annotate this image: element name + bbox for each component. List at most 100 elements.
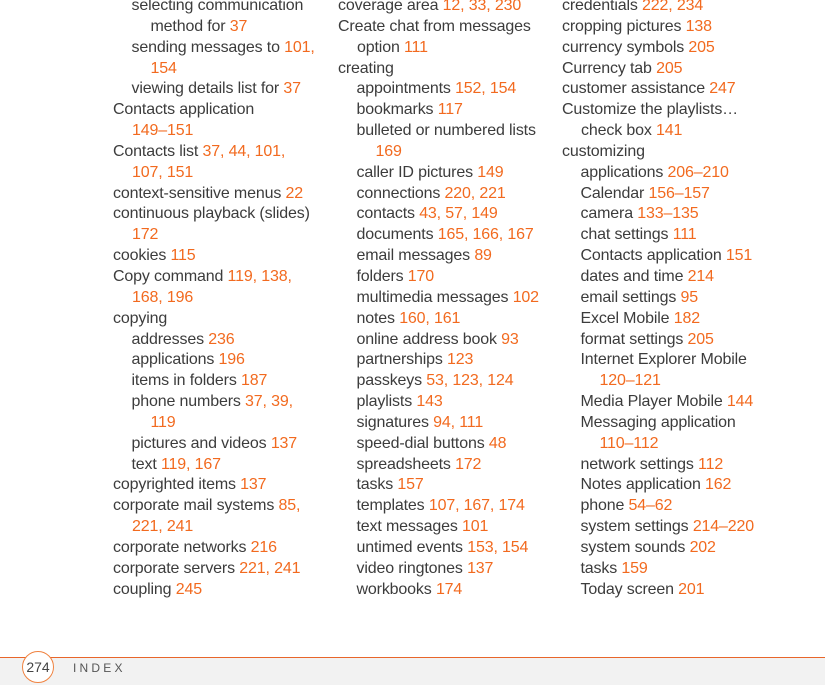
page-reference-link[interactable]: 120–121 bbox=[600, 372, 661, 389]
page-reference-link[interactable]: 206–210 bbox=[668, 164, 729, 181]
page-reference-link[interactable]: 137 bbox=[240, 476, 266, 493]
page-reference-link[interactable]: 159 bbox=[621, 560, 647, 577]
page-reference-link[interactable]: 101 bbox=[462, 518, 488, 535]
page-reference-link[interactable]: 141 bbox=[656, 122, 682, 139]
page-reference-link[interactable]: 201 bbox=[678, 581, 704, 598]
page-reference-link[interactable]: 172 bbox=[455, 456, 481, 473]
page-reference-link[interactable]: 111 bbox=[404, 39, 428, 56]
page-reference-link[interactable]: 165, 166, 167 bbox=[438, 226, 534, 243]
page-reference-link[interactable]: 111 bbox=[673, 226, 697, 243]
page-reference-link[interactable]: 214 bbox=[688, 268, 714, 285]
page-reference-link[interactable]: 170 bbox=[408, 268, 434, 285]
page-reference-link[interactable]: 168, 196 bbox=[132, 289, 193, 306]
index-entry: Copy command 119, 138, bbox=[113, 267, 315, 288]
page-reference-link[interactable]: 154 bbox=[151, 60, 177, 77]
page-reference-link[interactable]: 37 bbox=[230, 18, 248, 35]
page-reference-link[interactable]: 22 bbox=[285, 185, 303, 202]
page-reference-link[interactable]: 137 bbox=[467, 560, 493, 577]
page-reference-link[interactable]: 216 bbox=[251, 539, 277, 556]
entry-term: text bbox=[131, 455, 161, 473]
index-subentry: Media Player Mobile 144 bbox=[562, 392, 754, 413]
page-reference-link[interactable]: 53, 123, 124 bbox=[426, 372, 513, 389]
page-reference-link[interactable]: 205 bbox=[656, 60, 682, 77]
page-reference-link[interactable]: 85, bbox=[279, 497, 301, 514]
index-subentry: Contacts application 151 bbox=[562, 246, 754, 267]
index-entry-continuation: option 111 bbox=[338, 38, 539, 59]
page-reference-link[interactable]: 112 bbox=[698, 456, 723, 473]
page-reference-link[interactable]: 110–112 bbox=[600, 435, 659, 452]
entry-term: currency symbols bbox=[562, 38, 689, 56]
page-reference-link[interactable]: 157 bbox=[397, 476, 423, 493]
page-reference-link[interactable]: 221, 241 bbox=[239, 560, 300, 577]
page-reference-link[interactable]: 94, 111 bbox=[433, 414, 483, 431]
page-reference-link[interactable]: 222, 234 bbox=[642, 0, 703, 14]
page-reference-link[interactable]: 37, 44, 101, bbox=[203, 143, 286, 160]
entry-term: applications bbox=[131, 351, 219, 369]
index-subentry: viewing details list for 37 bbox=[113, 79, 315, 100]
index-subentry: spreadsheets 172 bbox=[338, 455, 539, 476]
page-reference-link[interactable]: 182 bbox=[674, 310, 700, 327]
page-reference-link[interactable]: 107, 151 bbox=[132, 164, 193, 181]
page-reference-link[interactable]: 137 bbox=[271, 435, 297, 452]
page-reference-link[interactable]: 151 bbox=[726, 247, 752, 264]
page-reference-link[interactable]: 221, 241 bbox=[132, 518, 193, 535]
index-entry: corporate mail systems 85, bbox=[113, 496, 315, 517]
page-reference-link[interactable]: 196 bbox=[219, 351, 245, 368]
page-reference-link[interactable]: 133–135 bbox=[637, 205, 698, 222]
index-entry: copying bbox=[113, 309, 315, 330]
page-reference-link[interactable]: 162 bbox=[705, 476, 731, 493]
index-subentry: system settings 214–220 bbox=[562, 517, 755, 538]
page-reference-link[interactable]: 54–62 bbox=[629, 497, 673, 514]
page-reference-link[interactable]: 172 bbox=[132, 226, 158, 243]
page-reference-link[interactable]: 12, 33, 230 bbox=[443, 0, 522, 14]
page-reference-link[interactable]: 119, 167 bbox=[161, 456, 221, 473]
page-reference-link[interactable]: 214–220 bbox=[693, 518, 754, 535]
index-subentry: Today screen 201 bbox=[562, 580, 754, 601]
entry-term: chat settings bbox=[580, 226, 673, 244]
page-reference-link[interactable]: 143 bbox=[416, 393, 442, 410]
page-reference-link[interactable]: 245 bbox=[176, 581, 202, 598]
page-reference-link[interactable]: 144 bbox=[727, 393, 753, 410]
page-reference-link[interactable]: 236 bbox=[208, 331, 234, 348]
page-reference-link[interactable]: 37, 39, bbox=[245, 393, 293, 410]
index-entry: Customize the playlists… bbox=[562, 100, 754, 121]
page-reference-link[interactable]: 95 bbox=[681, 289, 699, 306]
page-reference-link[interactable]: 101, bbox=[284, 39, 315, 56]
page-reference-link[interactable]: 202 bbox=[690, 539, 716, 556]
page-reference-link[interactable]: 48 bbox=[489, 435, 507, 452]
entry-term: Excel Mobile bbox=[580, 309, 674, 327]
page-reference-link[interactable]: 169 bbox=[376, 143, 402, 160]
index-subentry: appointments 152, 154 bbox=[338, 79, 539, 100]
index-entry: Contacts list 37, 44, 101, bbox=[113, 142, 315, 163]
page-reference-link[interactable]: 89 bbox=[474, 247, 492, 264]
page-reference-link[interactable]: 123 bbox=[447, 351, 473, 368]
index-subentry: documents 165, 166, 167 bbox=[338, 225, 539, 246]
page-reference-link[interactable]: 37 bbox=[283, 80, 301, 97]
page-reference-link[interactable]: 152, 154 bbox=[455, 80, 516, 97]
index-subentry: connections 220, 221 bbox=[338, 184, 539, 205]
page-reference-link[interactable]: 149–151 bbox=[132, 122, 193, 139]
page-reference-link[interactable]: 119, 138, bbox=[228, 268, 292, 285]
entry-term: Messaging application bbox=[580, 413, 736, 431]
page-reference-link[interactable]: 43, 57, 149 bbox=[419, 205, 498, 222]
page-reference-link[interactable]: 247 bbox=[709, 80, 735, 97]
page-reference-link[interactable]: 156–157 bbox=[649, 185, 710, 202]
page-reference-link[interactable]: 205 bbox=[687, 331, 713, 348]
page-reference-link[interactable]: 107, 167, 174 bbox=[429, 497, 525, 514]
page-reference-link[interactable]: 160, 161 bbox=[399, 310, 460, 327]
page-reference-link[interactable]: 117 bbox=[438, 101, 463, 118]
page-reference-link[interactable]: 220, 221 bbox=[445, 185, 506, 202]
page-reference-link[interactable]: 102 bbox=[513, 289, 539, 306]
page-reference-link[interactable]: 174 bbox=[436, 581, 462, 598]
page-reference-link[interactable]: 115 bbox=[171, 247, 196, 264]
page-reference-link[interactable]: 205 bbox=[688, 39, 714, 56]
page-reference-link[interactable]: 93 bbox=[501, 331, 519, 348]
index-subentry: contacts 43, 57, 149 bbox=[338, 204, 539, 225]
page-reference-link[interactable]: 153, 154 bbox=[467, 539, 528, 556]
page-reference-link[interactable]: 119 bbox=[151, 414, 176, 431]
index-entry-continuation: 120–121 bbox=[562, 371, 754, 392]
page-reference-link[interactable]: 187 bbox=[241, 372, 267, 389]
page-reference-link[interactable]: 138 bbox=[686, 18, 712, 35]
page-reference-link[interactable]: 149 bbox=[477, 164, 503, 181]
index-subentry: phone numbers 37, 39, bbox=[113, 392, 315, 413]
